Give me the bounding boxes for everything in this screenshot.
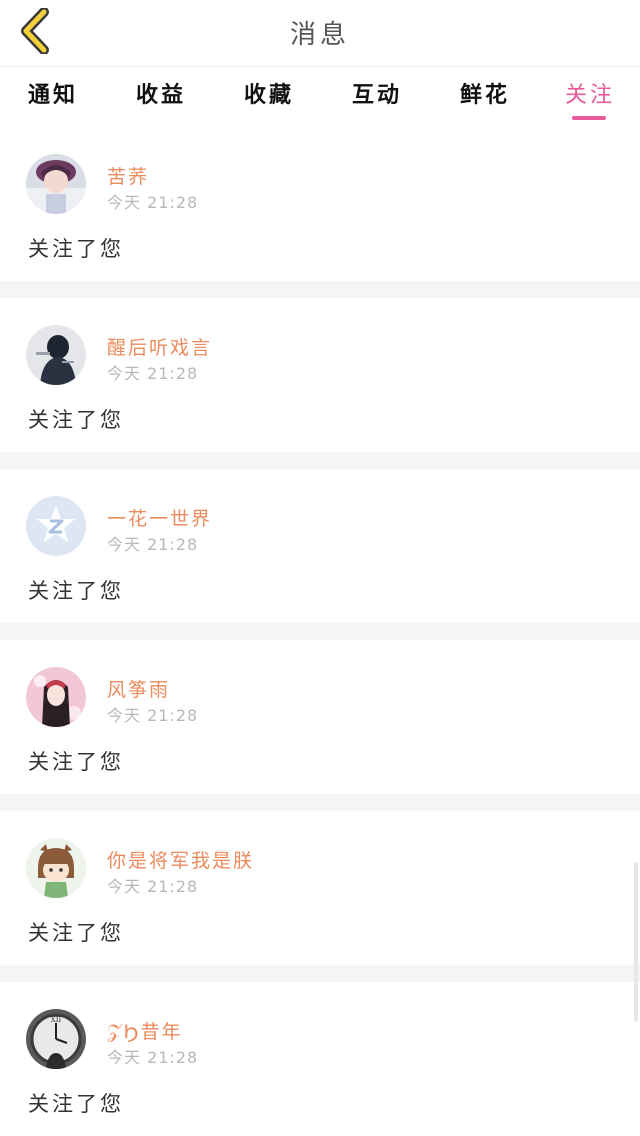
username[interactable]: 一花一世界 [107,504,212,531]
timestamp: 今天 21:28 [107,877,199,896]
divider [0,623,640,640]
tab-flowers[interactable]: 鲜花 [440,77,530,109]
list-item[interactable]: 风筝雨 今天 21:28 关注了您 [0,640,640,794]
tab-notice[interactable]: 通知 [8,77,98,109]
timestamp: 今天 21:28 [107,193,199,212]
timestamp: 今天 21:28 [107,706,199,725]
list-item[interactable]: 苦荞 今天 21:28 关注了您 [0,127,640,281]
username[interactable]: 风筝雨 [107,675,170,702]
girl-portrait-avatar[interactable] [26,154,86,214]
username[interactable]: 你是将军我是朕 [107,846,254,873]
message-text: 关注了您 [28,1092,124,1116]
clock-avatar[interactable]: XII VI [26,1009,86,1069]
divider [0,794,640,811]
tab-follow[interactable]: 关注 [545,77,635,109]
message-text: 关注了您 [28,750,124,774]
scrollbar[interactable] [634,862,638,1022]
tab-earnings[interactable]: 收益 [116,77,206,109]
active-tab-indicator [572,116,606,120]
list-item[interactable]: 你是将军我是朕 今天 21:28 关注了您 [0,811,640,965]
divider [0,965,640,982]
tab-interaction[interactable]: 互动 [332,77,422,109]
timestamp: 今天 21:28 [107,535,199,554]
tab-favorites[interactable]: 收藏 [224,77,314,109]
divider [0,281,640,298]
cartoon-girl-avatar[interactable] [26,838,86,898]
message-text: 关注了您 [28,579,124,603]
timestamp: 今天 21:28 [107,1048,199,1067]
tab-bar: 通知 收益 收藏 互动 鲜花 关注 [0,67,640,127]
timestamp: 今天 21:28 [107,364,199,383]
notification-list: 苦荞 今天 21:28 关注了您 醒后听戏言 今天 21:28 关注了您 一花一… [0,127,640,1136]
message-text: 关注了您 [28,408,124,432]
page-title: 消息 [289,20,350,50]
svg-text:XII: XII [51,1016,62,1024]
message-text: 关注了您 [28,237,124,261]
username[interactable]: 醒后听戏言 [107,333,212,360]
list-item[interactable]: 一花一世界 今天 21:28 关注了您 [0,469,640,623]
divider [0,452,640,469]
message-text: 关注了您 [28,921,124,945]
dark-figure-avatar[interactable] [26,325,86,385]
header-bar: 消息 [0,0,640,67]
list-item[interactable]: XII VI 𝒵Ϧ昔年 今天 21:28 关注了您 [0,982,640,1136]
default-qq-avatar[interactable] [26,496,86,556]
doll-avatar[interactable] [26,667,86,727]
list-item[interactable]: 醒后听戏言 今天 21:28 关注了您 [0,298,640,452]
username[interactable]: 苦荞 [107,162,149,189]
username[interactable]: 𝒵Ϧ昔年 [107,1017,183,1044]
